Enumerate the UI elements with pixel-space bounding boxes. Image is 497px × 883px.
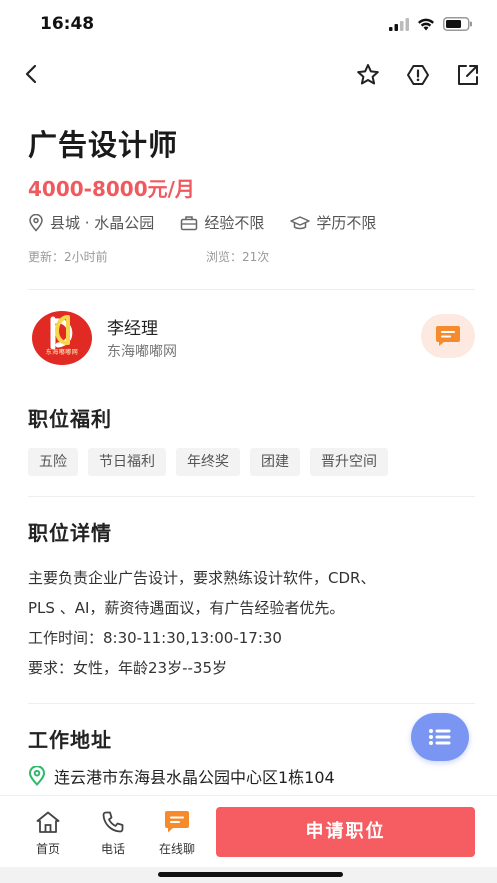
status-time: 16:48 [40,14,95,34]
salary: 4000-8000元/月 [28,177,195,201]
details-title: 职位详情 [28,521,112,545]
chat-icon [165,811,189,833]
recruiter-card[interactable]: 东海嘟嘟网 李经理 东海嘟嘟网 [28,306,475,374]
description-line: PLS 、AI，薪资待遇面议，有广告经验者优先。 [28,599,345,617]
share-icon [458,65,478,85]
company-logo: 东海嘟嘟网 [32,311,92,365]
updated-time: 更新：2小时前 [28,250,108,264]
wifi-icon [418,18,434,30]
bottom-bar: 首页 电话 在线聊 申请职位 [0,795,497,867]
description-line: 要求：女性，年龄23岁--35岁 [28,659,228,677]
location-pin-icon [29,213,43,232]
home-indicator-bar [158,872,343,877]
list-icon [429,729,451,745]
benefit-tag: 节日福利 [88,448,166,476]
benefit-tag: 晋升空间 [310,448,388,476]
benefits-list: 五险 节日福利 年终奖 团建 晋升空间 [28,448,388,476]
work-address[interactable]: 连云港市东海县水晶公园中心区1栋104 [28,764,335,788]
benefit-tag: 团建 [250,448,300,476]
share-button[interactable] [455,62,481,88]
experience-tag: 经验不限 [180,212,264,233]
status-icons [389,17,473,31]
home-button[interactable]: 首页 [18,808,78,857]
graduation-cap-icon [290,215,311,229]
warning-icon [407,65,429,85]
briefcase-icon [181,215,198,230]
address-text: 连云港市东海县水晶公园中心区1栋104 [54,768,335,787]
job-title: 广告设计师 [28,128,179,162]
education-text: 学历不限 [316,214,377,232]
description-line: 工作时间：8:30-11:30,13:00-17:30 [28,629,282,647]
chat-icon [436,326,460,346]
recruiter-name: 李经理 [107,319,158,339]
online-chat-label: 在线聊 [158,842,195,856]
job-meta: 更新：2小时前 浏览：21次 [28,248,468,265]
job-description: 主要负责企业广告设计，要求熟练设计软件，CDR、 PLS 、AI，薪资待遇面议，… [28,563,475,683]
experience-text: 经验不限 [204,214,265,232]
description-line: 主要负责企业广告设计，要求熟练设计软件，CDR、 [28,569,376,587]
divider [28,496,475,497]
home-icon [36,811,60,833]
home-indicator [0,867,497,883]
home-label: 首页 [35,842,60,856]
job-tags: 县城 · 水晶公园 经验不限 学历不限 [28,212,402,233]
favorite-button[interactable] [355,62,381,88]
benefit-tag: 五险 [28,448,78,476]
chat-recruiter-button[interactable] [421,314,475,358]
location-text: 县城 · 水晶公园 [50,214,155,232]
nav-bar [0,52,497,96]
location-tag: 县城 · 水晶公园 [28,212,154,233]
phone-label: 电话 [100,842,125,856]
battery-icon [443,17,472,31]
company-logo-text: 东海嘟嘟网 [45,349,79,356]
location-pin-icon [28,766,46,786]
benefit-tag: 年终奖 [176,448,240,476]
divider [28,703,475,704]
nav-actions [355,62,481,88]
report-button[interactable] [405,62,431,88]
status-bar: 16:48 [0,0,497,50]
apply-button[interactable]: 申请职位 [216,807,475,857]
back-button[interactable] [20,62,44,86]
company-logo-mark [50,315,73,350]
recruiter-company: 东海嘟嘟网 [107,344,177,360]
education-tag: 学历不限 [290,212,376,233]
menu-fab-button[interactable] [411,713,469,761]
view-count: 浏览：21次 [206,250,270,264]
online-chat-button[interactable]: 在线聊 [147,808,207,857]
chevron-left-icon [25,64,37,84]
phone-button[interactable]: 电话 [83,808,143,857]
divider [28,289,475,290]
star-icon [357,64,379,85]
phone-icon [102,811,124,833]
benefits-title: 职位福利 [28,407,112,431]
signal-icon [389,17,409,31]
address-title: 工作地址 [28,728,112,752]
